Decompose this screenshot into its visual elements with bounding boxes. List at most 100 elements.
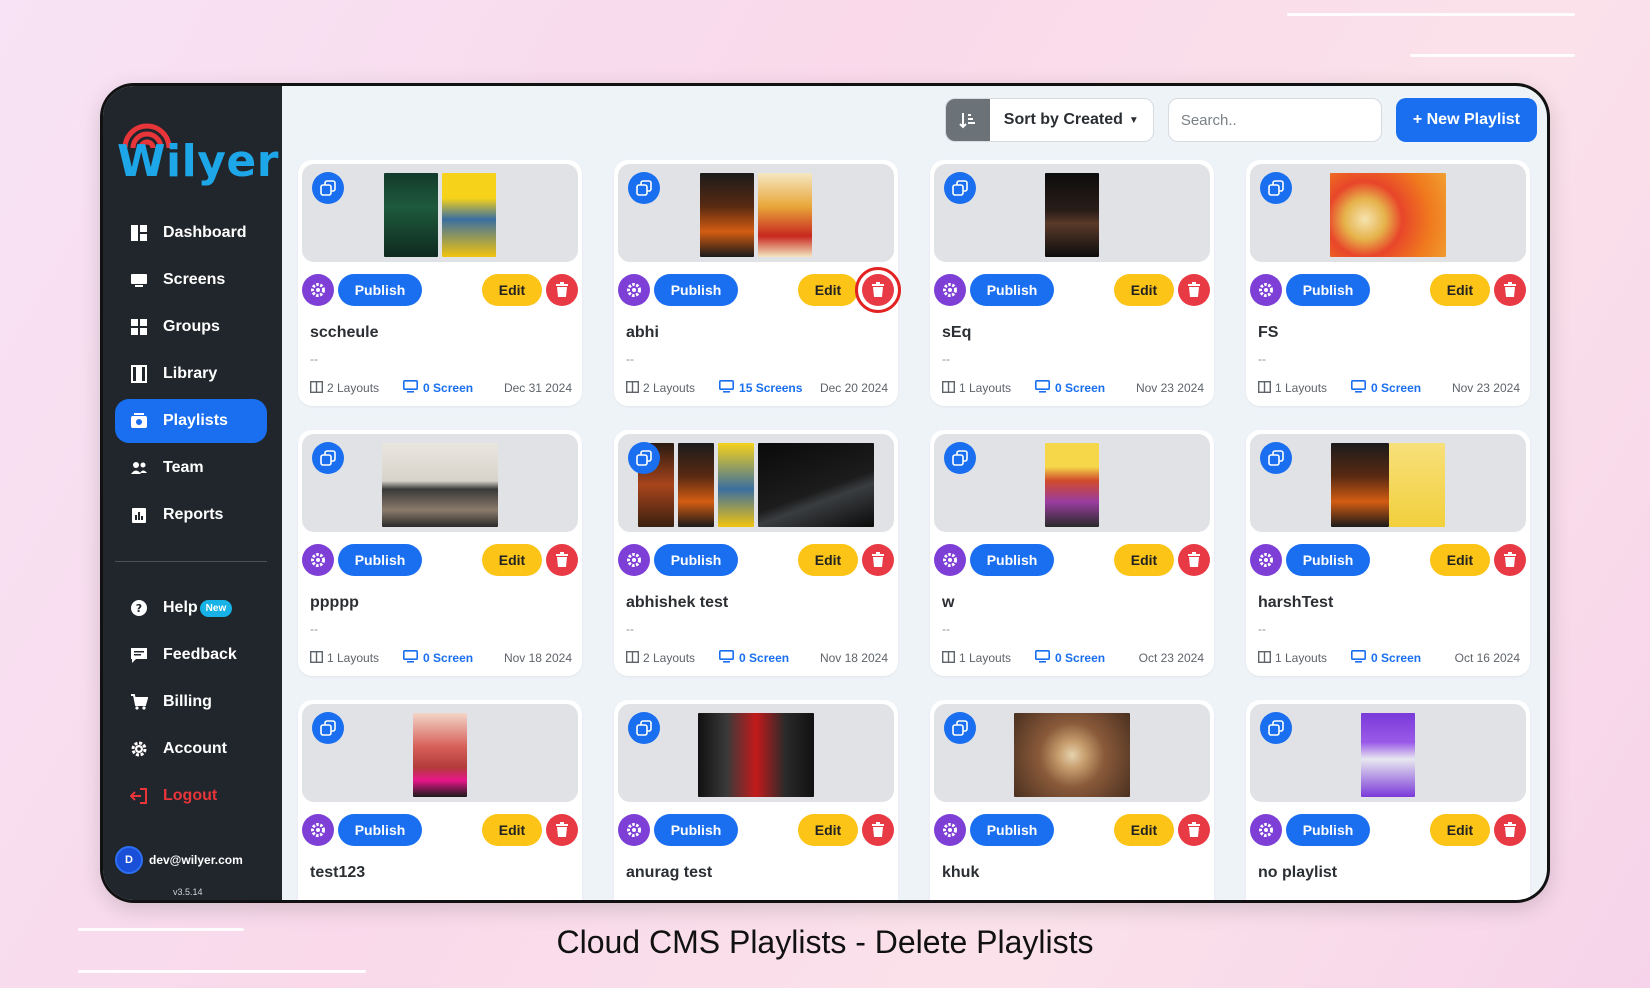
settings-icon[interactable] bbox=[618, 274, 650, 306]
settings-icon[interactable] bbox=[302, 274, 334, 306]
edit-button[interactable]: Edit bbox=[482, 814, 542, 846]
playlist-card[interactable]: Publish Edit sEq -- 1 Layouts 0 Screen N… bbox=[930, 160, 1214, 406]
sidebar-item-team[interactable]: Team bbox=[115, 446, 267, 490]
playlist-card[interactable]: Publish Edit test123 bbox=[298, 700, 582, 900]
settings-icon[interactable] bbox=[934, 274, 966, 306]
settings-icon[interactable] bbox=[1250, 544, 1282, 576]
delete-icon[interactable] bbox=[1494, 274, 1526, 306]
sort-dropdown[interactable]: Sort by Created ▼ bbox=[944, 98, 1154, 142]
playlist-thumbnail[interactable] bbox=[1250, 704, 1526, 802]
search-input[interactable] bbox=[1167, 98, 1382, 142]
wilyer-logo[interactable]: Wilyer bbox=[117, 114, 278, 187]
sidebar-item-dashboard[interactable]: Dashboard bbox=[115, 211, 267, 255]
screens-count[interactable]: 0 Screen bbox=[403, 650, 473, 666]
playlist-thumbnail[interactable] bbox=[934, 704, 1210, 802]
playlist-card[interactable]: Publish Edit ppppp -- 1 Layouts 0 Screen… bbox=[298, 430, 582, 676]
sidebar-item-library[interactable]: Library bbox=[115, 352, 267, 396]
sidebar-item-reports[interactable]: Reports bbox=[115, 493, 267, 537]
delete-icon[interactable] bbox=[862, 544, 894, 576]
sidebar-item-screens[interactable]: Screens bbox=[115, 258, 267, 302]
edit-button[interactable]: Edit bbox=[798, 544, 858, 576]
user-profile[interactable]: D dev@wilyer.com bbox=[115, 846, 243, 874]
new-playlist-button[interactable]: + New Playlist bbox=[1395, 98, 1537, 142]
edit-button[interactable]: Edit bbox=[1114, 274, 1174, 306]
delete-icon[interactable] bbox=[546, 814, 578, 846]
playlist-card[interactable]: Publish Edit w -- 1 Layouts 0 Screen Oct… bbox=[930, 430, 1214, 676]
publish-button[interactable]: Publish bbox=[970, 274, 1054, 306]
delete-icon[interactable] bbox=[862, 814, 894, 846]
settings-icon[interactable] bbox=[934, 544, 966, 576]
edit-button[interactable]: Edit bbox=[482, 544, 542, 576]
settings-icon[interactable] bbox=[1250, 814, 1282, 846]
publish-button[interactable]: Publish bbox=[338, 814, 422, 846]
publish-button[interactable]: Publish bbox=[1286, 274, 1370, 306]
playlist-card[interactable]: Publish Edit abhi -- 2 Layouts 15 Screen… bbox=[614, 160, 901, 406]
screens-count[interactable]: 0 Screen bbox=[403, 380, 473, 396]
playlist-card[interactable]: Publish Edit FS -- 1 Layouts 0 Screen No… bbox=[1246, 160, 1530, 406]
sidebar-item-logout[interactable]: Logout bbox=[115, 774, 267, 818]
playlist-card[interactable]: Publish Edit anurag test bbox=[614, 700, 898, 900]
delete-icon[interactable] bbox=[1178, 274, 1210, 306]
edit-button[interactable]: Edit bbox=[798, 814, 858, 846]
publish-button[interactable]: Publish bbox=[654, 544, 738, 576]
delete-icon[interactable] bbox=[546, 544, 578, 576]
sort-label[interactable]: Sort by Created ▼ bbox=[990, 99, 1153, 141]
playlist-thumbnail[interactable] bbox=[302, 434, 578, 532]
publish-button[interactable]: Publish bbox=[970, 814, 1054, 846]
delete-icon[interactable] bbox=[855, 267, 901, 313]
settings-icon[interactable] bbox=[1250, 274, 1282, 306]
duplicate-icon[interactable] bbox=[628, 712, 660, 744]
duplicate-icon[interactable] bbox=[628, 442, 660, 474]
playlist-thumbnail[interactable] bbox=[1250, 434, 1526, 532]
duplicate-icon[interactable] bbox=[944, 712, 976, 744]
edit-button[interactable]: Edit bbox=[482, 274, 542, 306]
playlist-thumbnail[interactable] bbox=[618, 434, 894, 532]
playlist-card[interactable]: Publish Edit harshTest -- 1 Layouts 0 Sc… bbox=[1246, 430, 1530, 676]
duplicate-icon[interactable] bbox=[1260, 442, 1292, 474]
publish-button[interactable]: Publish bbox=[1286, 544, 1370, 576]
duplicate-icon[interactable] bbox=[944, 172, 976, 204]
duplicate-icon[interactable] bbox=[628, 172, 660, 204]
duplicate-icon[interactable] bbox=[1260, 172, 1292, 204]
edit-button[interactable]: Edit bbox=[1114, 814, 1174, 846]
playlist-thumbnail[interactable] bbox=[618, 704, 894, 802]
sidebar-item-help[interactable]: ? Help New bbox=[115, 586, 267, 630]
sidebar-item-billing[interactable]: Billing bbox=[115, 680, 267, 724]
screens-count[interactable]: 0 Screen bbox=[719, 650, 789, 666]
duplicate-icon[interactable] bbox=[944, 442, 976, 474]
edit-button[interactable]: Edit bbox=[1430, 814, 1490, 846]
sidebar-item-feedback[interactable]: Feedback bbox=[115, 633, 267, 677]
settings-icon[interactable] bbox=[934, 814, 966, 846]
settings-icon[interactable] bbox=[618, 544, 650, 576]
sidebar-item-groups[interactable]: Groups bbox=[115, 305, 267, 349]
publish-button[interactable]: Publish bbox=[338, 544, 422, 576]
screens-count[interactable]: 0 Screen bbox=[1351, 380, 1421, 396]
publish-button[interactable]: Publish bbox=[1286, 814, 1370, 846]
duplicate-icon[interactable] bbox=[312, 712, 344, 744]
edit-button[interactable]: Edit bbox=[1114, 544, 1174, 576]
sort-order-icon[interactable] bbox=[945, 99, 990, 141]
playlist-thumbnail[interactable] bbox=[302, 704, 578, 802]
delete-icon[interactable] bbox=[1178, 814, 1210, 846]
publish-button[interactable]: Publish bbox=[654, 814, 738, 846]
duplicate-icon[interactable] bbox=[1260, 712, 1292, 744]
settings-icon[interactable] bbox=[618, 814, 650, 846]
edit-button[interactable]: Edit bbox=[1430, 274, 1490, 306]
playlist-thumbnail[interactable] bbox=[618, 164, 894, 262]
delete-icon[interactable] bbox=[1494, 544, 1526, 576]
screens-count[interactable]: 0 Screen bbox=[1035, 380, 1105, 396]
sidebar-item-playlists[interactable]: Playlists bbox=[115, 399, 267, 443]
edit-button[interactable]: Edit bbox=[1430, 544, 1490, 576]
settings-icon[interactable] bbox=[302, 544, 334, 576]
delete-icon[interactable] bbox=[1178, 544, 1210, 576]
duplicate-icon[interactable] bbox=[312, 172, 344, 204]
screens-count[interactable]: 0 Screen bbox=[1351, 650, 1421, 666]
playlist-thumbnail[interactable] bbox=[1250, 164, 1526, 262]
playlist-thumbnail[interactable] bbox=[934, 434, 1210, 532]
edit-button[interactable]: Edit bbox=[798, 274, 858, 306]
publish-button[interactable]: Publish bbox=[970, 544, 1054, 576]
playlist-thumbnail[interactable] bbox=[934, 164, 1210, 262]
delete-icon[interactable] bbox=[546, 274, 578, 306]
screens-count[interactable]: 15 Screens bbox=[719, 380, 802, 396]
duplicate-icon[interactable] bbox=[312, 442, 344, 474]
